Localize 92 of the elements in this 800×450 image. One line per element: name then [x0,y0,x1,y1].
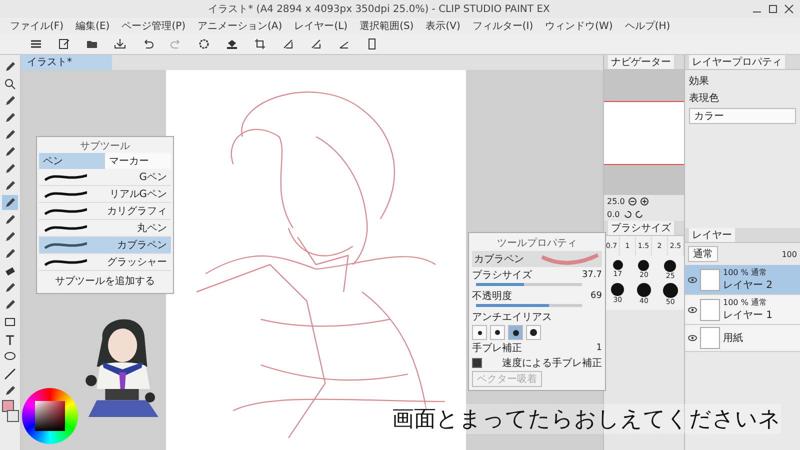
brush-stroke-icon [43,239,87,251]
menu-item[interactable]: ヘルプ(H) [624,19,670,33]
menu-icon[interactable] [30,38,42,50]
effect-label: 効果 [689,74,710,88]
slider-track[interactable] [476,283,582,286]
menu-item[interactable]: ファイル(F) [10,19,64,33]
maximize-icon[interactable] [768,4,778,14]
checkbox[interactable] [472,358,482,368]
sub-tool-tab[interactable]: マーカー [105,153,171,169]
rotate-left-icon[interactable] [622,210,632,219]
sub-tool-item[interactable]: グラッシャー [39,254,171,271]
zoom-in-icon[interactable] [640,197,649,206]
property-label: ブラシサイズ [472,268,532,282]
crop-icon[interactable] [254,38,266,50]
blend-mode-dropdown[interactable]: 通常 [688,246,718,262]
preset-name: カブラペン [474,252,524,266]
close-icon[interactable] [784,4,794,14]
property-label: 不透明度 [472,290,512,303]
magnifier-tool-icon[interactable] [2,76,18,92]
eye-icon[interactable] [688,306,697,312]
color-picker-square[interactable] [35,401,65,431]
menu-item[interactable]: レイヤー(L) [294,19,348,33]
brush-stroke-icon [540,252,600,266]
sub-tool-item[interactable]: カリグラフィ [39,203,171,220]
color-mode-dropdown[interactable]: カラー [689,108,796,124]
brush-stroke-icon [43,205,87,217]
property-value[interactable]: 69 [590,291,602,301]
panel-title: サブツール [79,140,131,153]
property-label: アンチエイリアス [472,311,552,324]
layer-row[interactable]: 用紙 [685,325,800,352]
sub-tool-item[interactable]: リアルGペン [39,186,171,203]
layer-mode: 100 % 通常 [723,297,768,308]
sub-tool-item[interactable]: カブラペン [39,237,171,254]
antialias-option[interactable] [472,325,487,340]
new-file-icon[interactable] [58,38,70,50]
layer-mode: 100 % 通常 [723,267,768,278]
zoom-out-icon[interactable] [628,197,637,206]
menu-item[interactable]: ウィンドウ(W) [545,19,613,33]
property-value[interactable]: 1 [596,343,602,353]
pen-tool-icon[interactable] [2,195,18,210]
layer-row[interactable]: 100 % 通常 レイヤー 1 [685,295,800,325]
rotation-value: 0.0 [607,210,620,219]
antialias-option[interactable] [526,325,541,340]
save-icon[interactable] [114,38,126,50]
eye-icon[interactable] [688,335,697,341]
add-sub-tool-button[interactable]: サブツールを追加する [39,271,171,291]
sub-color-swatch[interactable] [7,410,19,422]
layer-name: レイヤー 1 [723,309,773,322]
opacity-value[interactable]: 100 [782,250,797,258]
layer-name: レイヤー 2 [723,279,773,292]
antialias-option[interactable] [490,325,505,340]
layer-row[interactable]: 100 % 通常 レイヤー 2 [685,265,800,295]
main-color-swatch[interactable] [2,400,14,412]
brush-stroke-icon [43,171,87,183]
menu-item[interactable]: アニメーション(A) [198,19,282,33]
subtitle-caption: 画面とまってたらおしえてくださいネ [392,404,781,434]
canvas-tab[interactable]: イラスト* [21,55,112,70]
layer-property-tab[interactable]: レイヤープロパティ [689,55,785,69]
brush-size-tab[interactable]: ブラシサイズ [608,221,674,235]
eye-icon[interactable] [688,276,697,282]
layer-thumbnail [700,327,720,349]
menu-item[interactable]: 編集(E) [76,19,110,33]
line-tool-icon[interactable] [2,366,18,381]
ruler-icon[interactable] [282,38,294,50]
navigator-tab[interactable]: ナビゲーター [608,55,674,69]
menu-item[interactable]: 表示(V) [426,19,460,33]
bucket-icon[interactable] [226,38,238,50]
folder-icon[interactable] [86,38,98,50]
antialias-option[interactable] [508,325,523,340]
checkbox-label: 速度による手ブレ補正 [502,356,602,370]
property-value[interactable]: 37.7 [582,270,602,280]
sub-tool-item[interactable]: Gペン [39,169,171,186]
rotate-right-icon[interactable] [634,210,644,219]
layer-name: 用紙 [723,332,743,345]
ruler-icon[interactable] [310,38,322,50]
slider-track[interactable] [476,304,582,307]
menu-item[interactable]: 選択範囲(S) [360,19,414,33]
brush-stroke-icon [43,188,87,200]
layer-thumbnail [700,268,720,290]
layer-thumbnail [700,298,720,320]
brush-stroke-icon [43,222,87,234]
undo-icon[interactable] [142,38,154,50]
zoom-value: 25.0 [607,197,625,206]
window-title: イラスト* (A4 2894 x 4093px 350dpi 25.0%) - CLIP STUDIO PAINT EX [207,3,551,16]
sub-tool-tab[interactable]: ペン [39,153,105,169]
property-label: 手ブレ補正 [472,342,522,355]
menu-item[interactable]: ページ管理(P) [122,19,186,33]
menu-item[interactable]: フィルター(I) [472,19,534,33]
color-label: 表現色 [689,92,720,105]
brush-stroke-icon [43,256,87,268]
layer-tab[interactable]: レイヤー [689,228,735,242]
panel-title: ツールプロパティ [496,236,578,250]
